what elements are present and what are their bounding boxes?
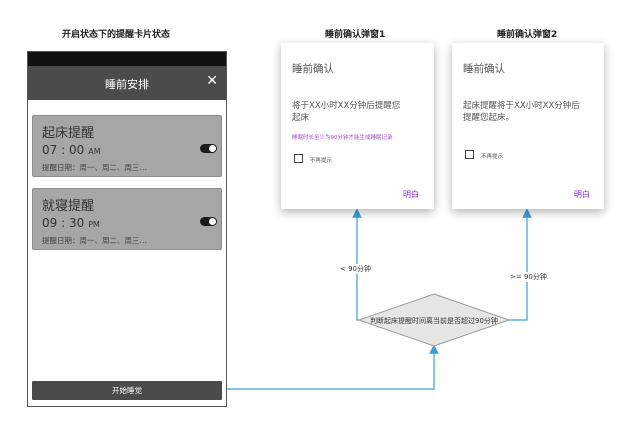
ok-button[interactable]: 明白: [403, 189, 419, 200]
checkbox-label: 不再提示: [481, 154, 504, 160]
checkbox-icon[interactable]: [294, 154, 303, 163]
alarm-card-wake[interactable]: 起床提醒 07 : 00 AM 提醒日期：周一、周二、周三…: [32, 115, 222, 177]
checkbox-label: 不再提示: [310, 158, 333, 164]
toggle-knob: [209, 218, 216, 225]
dialog-note: 睡眠时长至少为90分钟才能生成睡眠记录: [292, 135, 393, 141]
alarm-card-time: 07 : 00 AM: [42, 143, 101, 157]
checkbox-icon[interactable]: [465, 150, 474, 159]
ok-button[interactable]: 明白: [574, 189, 590, 200]
app-header: 睡前安排 ✕: [28, 66, 226, 100]
alarm-card-bedtime[interactable]: 就寝提醒 09 : 30 PM 提醒日期：周一、周二、周三…: [32, 188, 222, 250]
alarm-time-value: 07 : 00: [42, 143, 85, 157]
alarm-time-ampm: AM: [88, 147, 101, 156]
confirm-dialog-2: 睡前确认 起床提醒将于XX小时XX分钟后提醒您起床。 不再提示 明白: [452, 43, 604, 209]
toggle-switch-icon[interactable]: [200, 217, 217, 226]
alarm-card-time: 09 : 30 PM: [42, 216, 100, 230]
close-icon[interactable]: ✕: [206, 73, 218, 89]
alarm-time-value: 09 : 30: [42, 216, 85, 230]
connector-start-to-decision: [222, 344, 439, 390]
confirm-dialog-1: 睡前确认 将于XX小时XX分钟后提醒您起床 睡眠时长至少为90分钟才能生成睡眠记…: [281, 43, 434, 209]
connector-decision-to-dialog2: [509, 208, 532, 321]
toggle-switch-icon[interactable]: [200, 144, 217, 153]
page-title: 睡前安排: [105, 78, 149, 91]
alarm-card-days: 提醒日期：周一、周二、周三…: [42, 163, 147, 172]
dialog-body: 起床提醒将于XX小时XX分钟后提醒您起床。: [463, 101, 580, 123]
alarm-time-ampm: PM: [88, 220, 100, 229]
dialog-title: 睡前确认: [463, 63, 505, 75]
alarm-card-title: 就寝提醒: [42, 199, 95, 214]
wireframe-canvas: 开启状态下的提醒卡片状态 睡前确认弹窗1 睡前确认弹窗2 判断起床提醒时间离当前…: [0, 0, 640, 441]
start-sleep-button[interactable]: 开始睡觉: [32, 381, 222, 400]
toggle-knob: [209, 145, 216, 152]
branch-label-more: >= 90分钟: [510, 272, 547, 282]
decision-text: 判断起床提醒时间离当前是否超过90分钟: [370, 317, 498, 325]
dialog-title: 睡前确认: [292, 63, 334, 75]
phone-screen: 睡前安排 ✕ 起床提醒 07 : 00 AM 提醒日期：周一、周二、周三… 就寝提…: [27, 51, 227, 407]
alarm-card-title: 起床提醒: [42, 126, 95, 141]
branch-label-less: < 90分钟: [340, 264, 371, 274]
status-bar: [28, 52, 226, 66]
dialog-body: 将于XX小时XX分钟后提醒您起床: [292, 101, 401, 123]
alarm-card-days: 提醒日期：周一、周二、周三…: [42, 236, 147, 245]
